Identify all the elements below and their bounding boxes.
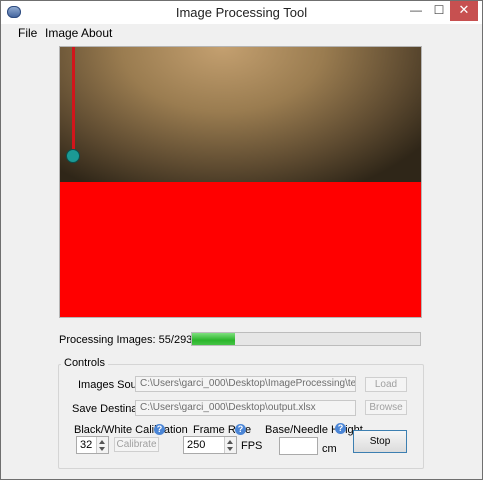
needle-line [72,47,75,155]
close-button[interactable]: ✕ [450,1,478,21]
frame-rate-help-icon[interactable]: ? [235,424,246,435]
cm-unit-label: cm [322,443,337,455]
browse-button[interactable]: Browse [365,400,407,415]
images-source-field[interactable]: C:\Users\garci_000\Desktop\ImageProcessi… [135,376,356,392]
bw-calibration-label: Black/White Calibration [74,424,188,436]
load-button[interactable]: Load [365,377,407,392]
calibrate-button[interactable]: Calibrate [114,437,159,452]
bw-calibration-help-icon[interactable]: ? [154,424,165,435]
maximize-button[interactable]: ☐ [429,1,449,21]
frame-rate-value: 250 [187,439,206,451]
arrow-down-icon[interactable] [99,447,105,451]
frame-rate-stepper[interactable]: 250 [183,436,237,454]
stepper-arrows[interactable] [224,437,236,453]
progress-fill [192,333,235,345]
stepper-arrows[interactable] [96,437,108,453]
controls-group-title: Controls [61,357,108,369]
arrow-down-icon[interactable] [227,447,233,451]
menu-bar: File Image About [1,24,482,43]
fps-unit-label: FPS [241,440,263,452]
arrow-up-icon[interactable] [227,440,233,444]
image-preview [59,46,422,318]
base-needle-height-input[interactable] [279,437,318,455]
progress-label: Processing Images: 55/293 [59,334,193,346]
menu-about[interactable]: About [81,26,112,40]
base-needle-help-icon[interactable]: ? [335,423,346,434]
app-window: Image Processing Tool — ☐ ✕ File Image A… [0,0,483,480]
title-bar: Image Processing Tool — ☐ ✕ [1,1,482,24]
minimize-button[interactable]: — [406,1,426,21]
bw-calibration-stepper[interactable]: 32 [76,436,109,454]
bw-calibration-value: 32 [80,439,93,451]
preview-photo [60,47,421,182]
progress-bar [191,332,421,346]
menu-file[interactable]: File [18,26,37,40]
needle-marker [66,149,80,163]
stop-button[interactable]: Stop [353,430,407,453]
save-destination-field[interactable]: C:\Users\garci_000\Desktop\output.xlsx [135,400,356,416]
arrow-up-icon[interactable] [99,440,105,444]
base-needle-height-label: Base/Needle Height [265,424,363,436]
menu-image[interactable]: Image [45,26,78,40]
